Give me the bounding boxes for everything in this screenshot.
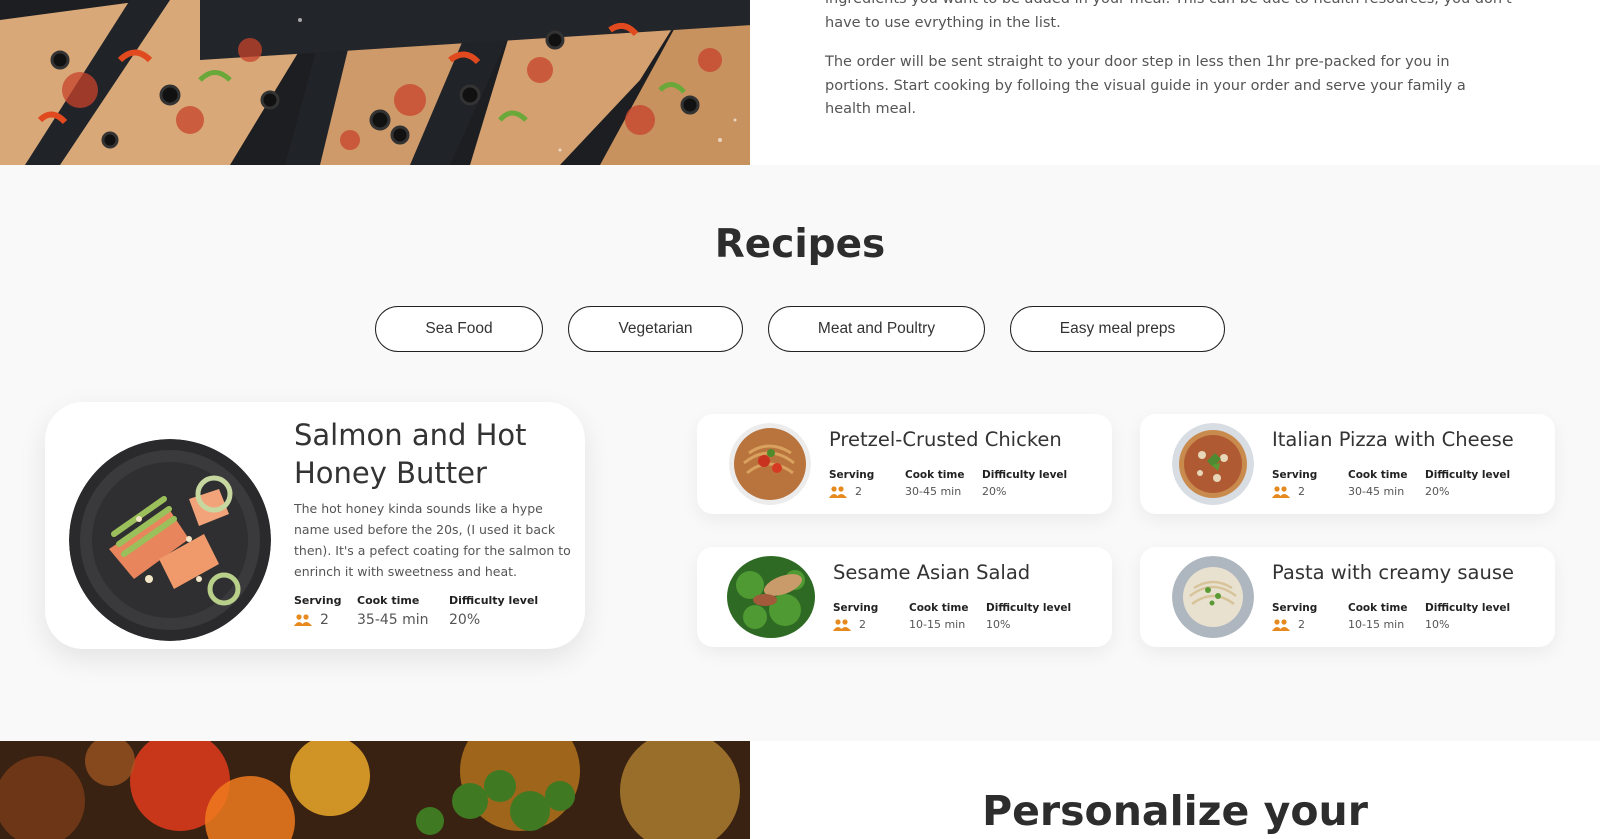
cook-time-label: Cook time xyxy=(357,594,420,607)
serving-label: Serving xyxy=(294,594,342,607)
cook-time-label: Cook time xyxy=(905,469,965,481)
about-text: ingredients you want to be added in your… xyxy=(825,0,1515,138)
serving-value: 2 xyxy=(1298,618,1305,631)
cook-time-value: 10-15 min xyxy=(909,618,966,631)
featured-recipe-card[interactable]: Salmon and Hot Honey Butter The hot hone… xyxy=(45,402,585,649)
people-icon xyxy=(294,614,312,626)
recipe-card-meta: Serving 2 Cook time 30-45 min Difficulty … xyxy=(829,469,1067,498)
recipe-card-meta: Serving 2 Cook time 30-45 min Difficulty … xyxy=(1272,469,1510,498)
difficulty-value: 20% xyxy=(1425,485,1450,498)
featured-recipe-meta: Serving 2 Cook time 35-45 min Difficulty… xyxy=(294,594,538,628)
serving-label: Serving xyxy=(1272,469,1318,481)
about-paragraph-2: The order will be sent straight to your … xyxy=(825,54,1466,117)
serving-value: 2 xyxy=(1298,485,1305,498)
recipe-card-title: Pasta with creamy sause xyxy=(1272,561,1514,584)
recipe-filters: Sea Food Vegetarian Meat and Poultry Eas… xyxy=(0,306,1600,352)
difficulty-label: Difficulty level xyxy=(986,602,1072,614)
people-icon xyxy=(833,618,851,631)
recipe-card-meta: Serving 2 Cook time 10-15 min Difficulty … xyxy=(1272,602,1510,631)
recipe-card-pretzel-chicken[interactable]: Pretzel-Crusted Chicken Serving 2 Cook t… xyxy=(697,414,1112,514)
cook-time-label: Cook time xyxy=(1348,602,1408,614)
cook-time-label: Cook time xyxy=(909,602,969,614)
recipe-card-creamy-pasta[interactable]: Pasta with creamy sause Serving 2 Cook t… xyxy=(1140,547,1555,647)
pizza-plate-image xyxy=(1172,423,1254,505)
recipe-card-italian-pizza[interactable]: Italian Pizza with Cheese Serving 2 Cook… xyxy=(1140,414,1555,514)
filter-vegetarian-button[interactable]: Vegetarian xyxy=(568,306,743,352)
serving-label: Serving xyxy=(829,469,875,481)
filter-meat-poultry-button[interactable]: Meat and Poultry xyxy=(768,306,985,352)
people-icon xyxy=(829,485,847,498)
cook-time-value: 30-45 min xyxy=(905,485,962,498)
about-section: ingredients you want to be added in your… xyxy=(0,0,1600,165)
difficulty-label: Difficulty level xyxy=(982,469,1068,481)
recipe-card-title: Sesame Asian Salad xyxy=(833,561,1031,584)
cook-time-value: 35-45 min xyxy=(357,612,429,628)
serving-value: 2 xyxy=(859,618,866,631)
difficulty-value: 10% xyxy=(1425,618,1450,631)
serving-value: 2 xyxy=(320,612,329,628)
serving-label: Serving xyxy=(1272,602,1318,614)
recipe-card-title: Italian Pizza with Cheese xyxy=(1272,428,1514,451)
recipe-card-title: Pretzel-Crusted Chicken xyxy=(829,428,1062,451)
personalize-title: Personalize your xyxy=(982,787,1368,835)
filter-easy-meal-preps-button[interactable]: Easy meal preps xyxy=(1010,306,1225,352)
difficulty-value: 20% xyxy=(982,485,1007,498)
people-icon xyxy=(1272,485,1290,498)
cook-time-value: 30-45 min xyxy=(1348,485,1405,498)
pasta-bowl-image xyxy=(1172,556,1254,638)
recipes-title: Recipes xyxy=(714,222,886,267)
filter-sea-food-button[interactable]: Sea Food xyxy=(375,306,543,352)
difficulty-label: Difficulty level xyxy=(1425,602,1511,614)
cook-time-value: 10-15 min xyxy=(1348,618,1405,631)
salmon-plate-image xyxy=(69,439,271,641)
bokeh-herb-image xyxy=(0,741,750,839)
people-icon xyxy=(1272,618,1290,631)
difficulty-value: 10% xyxy=(986,618,1011,631)
difficulty-label: Difficulty level xyxy=(449,594,539,607)
featured-recipe-description: The hot honey kinda sounds like a hype n… xyxy=(294,501,571,579)
serving-label: Serving xyxy=(833,602,879,614)
serving-value: 2 xyxy=(855,485,862,498)
recipe-card-sesame-salad[interactable]: Sesame Asian Salad Serving 2 Cook time 10… xyxy=(697,547,1112,647)
featured-recipe-title: Salmon and Hot Honey Butter xyxy=(294,418,527,490)
difficulty-label: Difficulty level xyxy=(1425,469,1511,481)
pizza-banner-image xyxy=(0,0,750,165)
cook-time-label: Cook time xyxy=(1348,469,1408,481)
difficulty-value: 20% xyxy=(449,612,481,628)
about-paragraph-1: ingredients you want to be added in your… xyxy=(825,0,1512,31)
salad-plate-image xyxy=(725,555,817,639)
recipe-card-meta: Serving 2 Cook time 10-15 min Difficulty … xyxy=(833,602,1071,631)
personalize-section: Personalize your xyxy=(0,741,1600,839)
pasta-plate-image xyxy=(729,423,811,505)
